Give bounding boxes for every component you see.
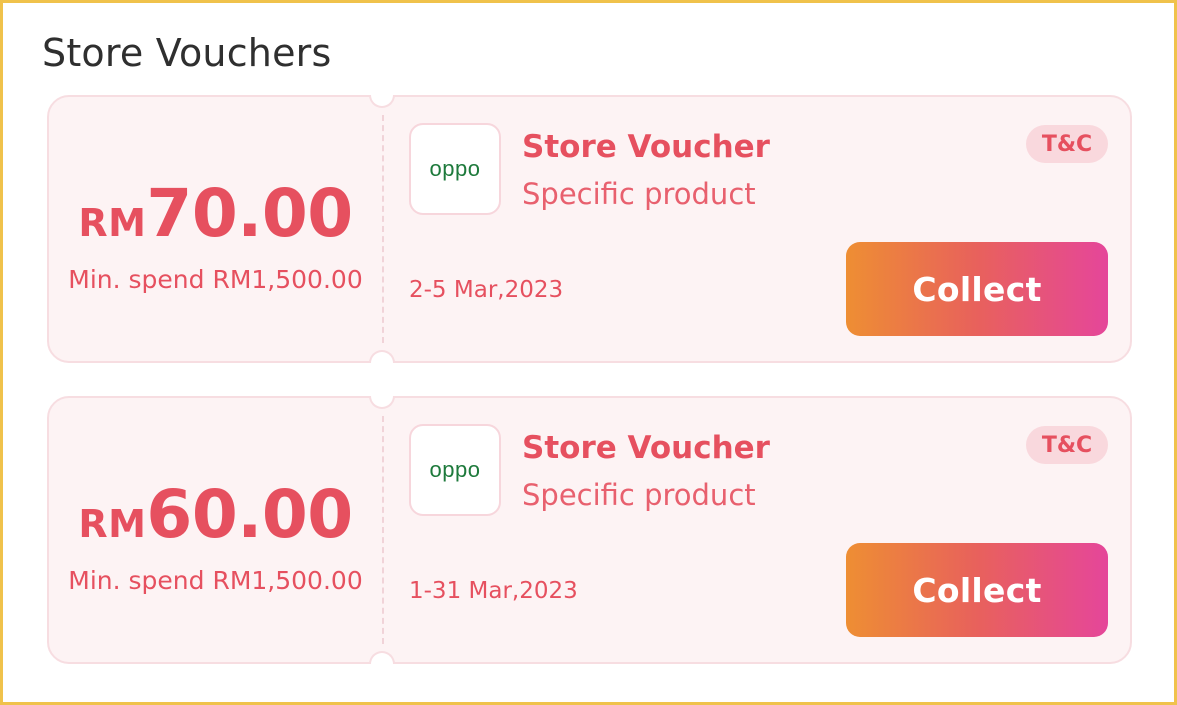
dashed-divider	[382, 416, 384, 644]
dashed-divider	[382, 115, 384, 343]
tc-button[interactable]: T&C	[1026, 426, 1108, 464]
validity-date: 1-31 Mar,2023	[409, 578, 578, 604]
voucher-subtitle: Specific product	[522, 478, 756, 512]
voucher-amount: RM60.00	[49, 476, 382, 553]
collect-button[interactable]: Collect	[846, 242, 1108, 336]
voucher-title: Store Voucher	[522, 129, 770, 165]
tc-button[interactable]: T&C	[1026, 125, 1108, 163]
voucher-card: RM60.00 Min. spend RM1,500.00 oppo Store…	[47, 396, 1132, 664]
amount-value: 60.00	[146, 476, 353, 553]
validity-date: 2-5 Mar,2023	[409, 277, 564, 303]
collect-button[interactable]: Collect	[846, 543, 1108, 637]
perforation-notch-top	[369, 95, 395, 108]
voucher-card: RM70.00 Min. spend RM1,500.00 oppo Store…	[47, 95, 1132, 363]
voucher-subtitle: Specific product	[522, 177, 756, 211]
perforation-notch-top	[369, 396, 395, 409]
min-spend-text: Min. spend RM1,500.00	[68, 566, 363, 595]
perforation-notch-bottom	[369, 350, 395, 363]
section-title: Store Vouchers	[42, 31, 332, 75]
brand-logo-text: oppo	[429, 156, 481, 181]
voucher-title: Store Voucher	[522, 430, 770, 466]
perforation-notch-bottom	[369, 651, 395, 664]
currency-label: RM	[78, 502, 147, 546]
min-spend-text: Min. spend RM1,500.00	[68, 265, 363, 294]
voucher-amount: RM70.00	[49, 175, 382, 252]
store-logo: oppo	[409, 123, 501, 215]
brand-logo-text: oppo	[429, 457, 481, 482]
page-frame: Store Vouchers RM70.00 Min. spend RM1,50…	[0, 0, 1177, 705]
store-logo: oppo	[409, 424, 501, 516]
amount-value: 70.00	[146, 175, 353, 252]
currency-label: RM	[78, 201, 147, 245]
